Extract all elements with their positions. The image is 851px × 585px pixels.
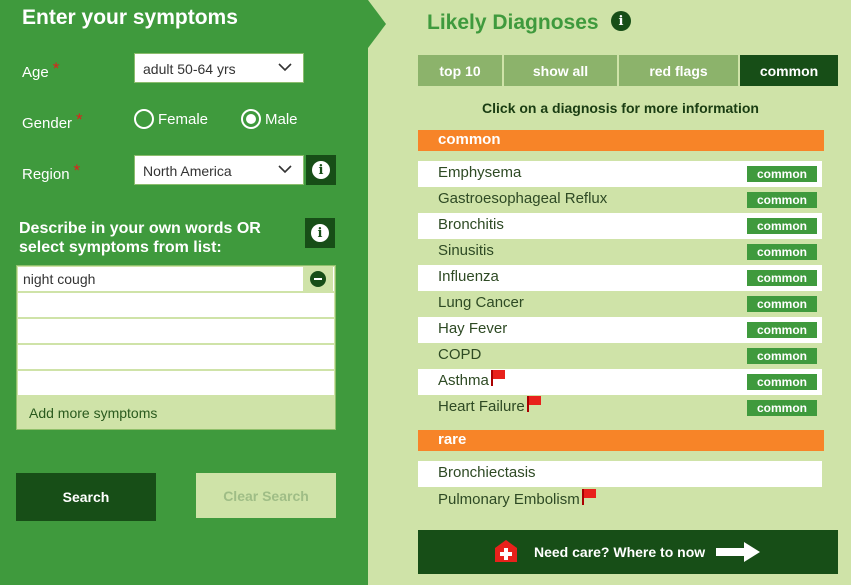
info-icon: i [312,161,330,179]
tab-red-flags[interactable]: red flags [619,55,738,86]
red-flag-icon [526,395,541,412]
symptom-input[interactable] [18,293,334,317]
describe-instructions: Describe in your own words OR select sym… [19,220,261,256]
symptom-input[interactable] [18,371,334,395]
frequency-badge: common [747,192,817,208]
gender-label: Gender * [22,110,83,132]
frequency-badge: common [747,374,817,390]
diagnosis-row[interactable]: Pulmonary Embolism [418,488,822,508]
need-care-text: Need care? Where to now [534,544,706,560]
diagnosis-name: Bronchiectasis [438,464,536,481]
frequency-badge: common [747,400,817,416]
diagnosis-row[interactable]: Asthma common [418,369,822,395]
diagnosis-name: Sinusitis [438,242,494,259]
panel-arrow [368,0,386,48]
diagnosis-row[interactable]: Hay Fever common [418,317,822,343]
region-label: Region * [22,161,81,183]
gender-male-label: Male [265,110,298,128]
diagnosis-row[interactable]: Heart Failure common [418,395,822,421]
diagnosis-row[interactable]: Gastroesophageal Reflux common [418,187,822,213]
diagnosis-list-overflow: Pulmonary Embolism [418,488,824,508]
diagnosis-row[interactable]: Bronchitis common [418,213,822,239]
search-button[interactable]: Search [16,473,156,521]
age-select-value: adult 50-64 yrs [143,61,236,77]
symptom-input-value: night cough [23,271,96,287]
gender-male-radio[interactable]: Male [241,109,298,129]
add-more-symptoms-link[interactable]: Add more symptoms [29,405,157,421]
symptom-list: night cough Add more symptoms [16,265,336,430]
age-select[interactable]: adult 50-64 yrs [134,53,304,83]
gender-female-label: Female [158,110,209,128]
red-flag-icon [581,488,596,505]
diagnosis-name: Pulmonary Embolism [438,491,580,508]
radio-selected-icon [241,109,261,129]
need-care-button[interactable]: Need care? Where to now [418,530,838,574]
arrow-right-icon [716,542,760,562]
diagnosis-name: Lung Cancer [438,294,524,311]
region-info-button[interactable]: i [306,155,336,185]
info-icon: i [311,224,329,242]
remove-symptom-button[interactable] [303,267,333,291]
diagnoses-title: Likely Diagnoses [427,11,599,34]
frequency-badge: common [747,218,817,234]
diagnosis-name: Bronchitis [438,216,504,233]
diagnosis-row[interactable]: Lung Cancer common [418,291,822,317]
diagnosis-row[interactable]: Influenza common [418,265,822,291]
diagnosis-name: Influenza [438,268,499,285]
diagnosis-name: Gastroesophageal Reflux [438,190,608,207]
tab-top-10[interactable]: top 10 [418,55,502,86]
frequency-badge: common [747,244,817,260]
diagnosis-name: Heart Failure [438,398,525,415]
diagnosis-row[interactable]: Bronchiectasis [418,461,822,487]
symptom-input[interactable] [18,319,334,343]
describe-info-button[interactable]: i [305,218,335,248]
symptom-input[interactable]: night cough [18,267,334,291]
diagnosis-instructions: Click on a diagnosis for more informatio… [482,100,759,116]
frequency-badge: common [747,322,817,338]
diagnosis-name: Emphysema [438,164,522,181]
chevron-down-icon [278,165,292,174]
diagnosis-row[interactable]: Emphysema common [418,161,822,187]
chevron-down-icon [278,63,292,72]
gender-female-radio[interactable]: Female [134,109,208,129]
diagnosis-name: COPD [438,346,482,363]
clear-search-button[interactable]: Clear Search [196,473,336,518]
region-select-value: North America [143,163,232,179]
diagnosis-row[interactable]: Sinusitis common [418,239,822,265]
diagnosis-name: Hay Fever [438,320,508,337]
region-select[interactable]: North America [134,155,304,185]
radio-circle-icon [134,109,154,129]
age-label: Age * [22,59,60,81]
info-icon[interactable]: i [611,11,631,31]
frequency-badge: common [747,166,817,182]
frequency-badge: common [747,348,817,364]
red-flag-icon [490,369,505,386]
diagnosis-row[interactable]: COPD common [418,343,822,369]
tab-show-all[interactable]: show all [504,55,617,86]
frequency-badge: common [747,270,817,286]
tab-common[interactable]: common [740,55,838,86]
symptom-panel-title: Enter your symptoms [22,6,238,29]
first-aid-icon [495,540,517,562]
diagnosis-name: Asthma [438,372,489,389]
remove-icon [310,271,326,287]
symptom-input[interactable] [18,345,334,369]
frequency-badge: common [747,296,817,312]
section-heading-common: common [418,130,824,151]
section-heading-rare: rare [418,430,824,451]
